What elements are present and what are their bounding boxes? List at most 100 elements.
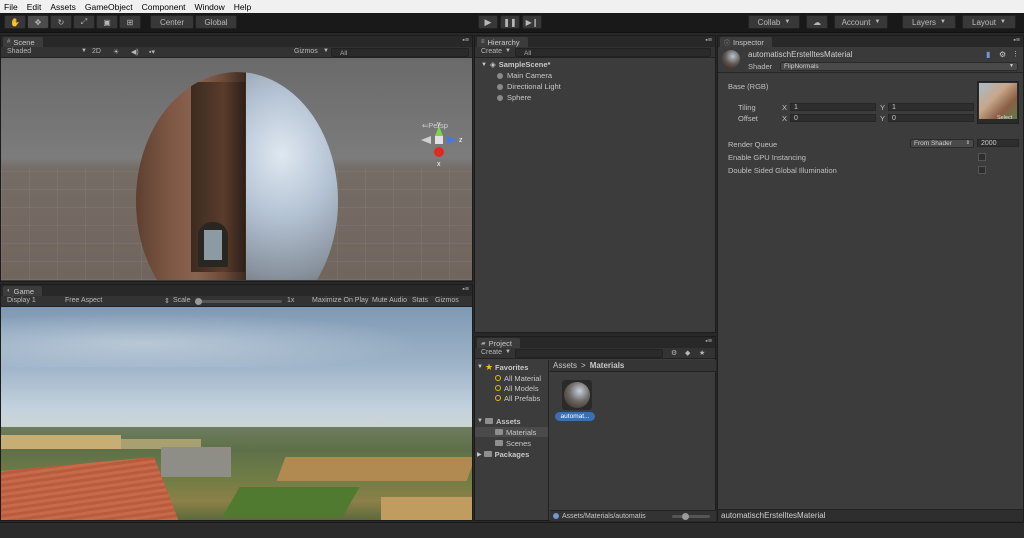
- game-gizmos-dropdown[interactable]: Gizmos: [435, 297, 459, 304]
- project-create-button[interactable]: Create: [481, 349, 502, 356]
- favorite-all-materials[interactable]: All Material: [495, 373, 541, 383]
- menu-help[interactable]: Help: [230, 2, 256, 12]
- layout-dropdown[interactable]: Layout ▼: [962, 15, 1016, 29]
- panel-menu-icon[interactable]: ▪≡: [705, 338, 712, 345]
- asset-item-label[interactable]: automat...: [555, 412, 595, 421]
- hand-tool-button[interactable]: ✋: [4, 15, 26, 29]
- expand-arrow-icon[interactable]: ▼: [477, 418, 483, 424]
- pivot-toggle-button[interactable]: Center: [150, 15, 194, 29]
- shader-dropdown[interactable]: FlipNormals ▼: [780, 62, 1018, 71]
- hierarchy-search-input[interactable]: All: [515, 48, 711, 57]
- gpu-instancing-checkbox[interactable]: [978, 153, 986, 161]
- audio-toggle-icon[interactable]: ◀): [131, 48, 139, 56]
- lock-icon[interactable]: ▪≡: [1013, 37, 1020, 44]
- orientation-gizmo[interactable]: y z x: [419, 122, 467, 182]
- sphere-object[interactable]: [136, 72, 338, 280]
- icon-size-slider-thumb[interactable]: [682, 513, 689, 520]
- texture-select-button[interactable]: Select: [997, 115, 1012, 121]
- space-toggle-button[interactable]: Global: [195, 15, 237, 29]
- expand-arrow-icon[interactable]: ▼: [477, 364, 483, 370]
- sphere-texture-window: [204, 230, 222, 260]
- scale-slider-thumb[interactable]: [195, 298, 202, 305]
- offset-x-field[interactable]: 0: [790, 114, 876, 122]
- favorite-star-icon[interactable]: ★: [699, 349, 705, 357]
- tiling-x-field[interactable]: 1: [790, 103, 876, 111]
- component-menu-icon[interactable]: ⋮: [1012, 50, 1019, 58]
- mute-audio-toggle[interactable]: Mute Audio: [372, 297, 407, 304]
- gear-icon[interactable]: ⚙: [999, 50, 1006, 59]
- stats-toggle[interactable]: Stats: [412, 297, 428, 304]
- menu-window[interactable]: Window: [191, 2, 230, 12]
- move-tool-button[interactable]: ✥: [27, 15, 49, 29]
- asset-thumbnail[interactable]: [562, 380, 592, 410]
- render-queue-value-field[interactable]: 2000: [977, 139, 1019, 147]
- pause-button[interactable]: ❚❚: [500, 15, 520, 29]
- filter-label-icon[interactable]: ◆: [685, 349, 690, 357]
- transform-tool-button[interactable]: ⊞: [119, 15, 141, 29]
- tab-hierarchy[interactable]: ≡ Hierarchy: [477, 37, 528, 47]
- gizmos-dropdown[interactable]: Gizmos: [294, 48, 318, 55]
- tab-scene[interactable]: # Scene: [3, 37, 43, 47]
- scale-slider[interactable]: [195, 298, 282, 305]
- layers-dropdown[interactable]: Layers ▼: [902, 15, 956, 29]
- menu-assets[interactable]: Assets: [46, 2, 81, 12]
- rotate-icon: ↻: [57, 17, 65, 27]
- display-dropdown[interactable]: Display 1: [7, 297, 36, 304]
- breadcrumb-assets[interactable]: Assets: [553, 361, 577, 370]
- hierarchy-item-directional-light[interactable]: Directional Light: [497, 81, 561, 92]
- expand-right-icon[interactable]: ▶: [477, 451, 482, 458]
- double-sided-gi-checkbox[interactable]: [978, 166, 986, 174]
- menu-edit[interactable]: Edit: [23, 2, 47, 12]
- effects-toggle-icon[interactable]: ▪▾: [149, 48, 155, 56]
- project-folder-tree: ▼ ★ Favorites All Material All Models All …: [475, 360, 549, 521]
- mode-2d-button[interactable]: 2D: [92, 48, 101, 55]
- account-dropdown[interactable]: Account ▼: [834, 15, 888, 29]
- favorite-all-models[interactable]: All Models: [495, 383, 539, 393]
- collab-button[interactable]: Collab ▼: [748, 15, 800, 29]
- menu-file[interactable]: File: [0, 2, 23, 12]
- panel-menu-icon[interactable]: ▪≡: [705, 37, 712, 44]
- projection-label[interactable]: ⇐Persp: [422, 121, 448, 130]
- scale-tool-button[interactable]: ⤢: [73, 15, 95, 29]
- favorites-row[interactable]: ▼ ★ Favorites: [477, 362, 528, 372]
- texture-slot[interactable]: Select: [977, 81, 1019, 124]
- scene-viewport[interactable]: y z x ⇐Persp: [1, 58, 472, 280]
- tiling-y-field[interactable]: 1: [888, 103, 974, 111]
- game-viewport[interactable]: [1, 307, 472, 520]
- tab-inspector[interactable]: ⓘ Inspector: [720, 37, 772, 47]
- scene-root-row[interactable]: ▼ ◈ SampleScene*: [481, 59, 711, 70]
- favorite-all-prefabs[interactable]: All Prefabs: [495, 393, 540, 403]
- offset-y-field[interactable]: 0: [888, 114, 974, 122]
- panel-menu-icon[interactable]: ▪≡: [462, 286, 469, 293]
- rotate-tool-button[interactable]: ↻: [50, 15, 72, 29]
- preview-bar-title[interactable]: automatischErstelltesMaterial: [718, 509, 1023, 521]
- help-book-icon[interactable]: ▮: [986, 50, 990, 59]
- aspect-dropdown[interactable]: Free Aspect: [65, 297, 102, 304]
- tab-project[interactable]: ▰ Project: [477, 338, 520, 348]
- maximize-on-play-toggle[interactable]: Maximize On Play: [312, 297, 368, 304]
- rect-tool-button[interactable]: ▣: [96, 15, 118, 29]
- play-button[interactable]: ▶: [478, 15, 498, 29]
- light-toggle-icon[interactable]: ☀: [113, 48, 119, 56]
- render-queue-dropdown[interactable]: From Shader ⇕: [910, 139, 974, 148]
- step-button[interactable]: ▶❙: [522, 15, 542, 29]
- expand-arrow-icon[interactable]: ▼: [481, 62, 487, 68]
- tab-game[interactable]: ◐ Game: [3, 286, 43, 296]
- hierarchy-create-button[interactable]: Create: [481, 48, 502, 55]
- cloud-button[interactable]: ☁: [806, 15, 828, 29]
- menu-gameobject[interactable]: GameObject: [81, 2, 138, 12]
- scene-search-input[interactable]: All: [331, 48, 469, 57]
- packages-row[interactable]: ▶ Packages: [477, 449, 529, 459]
- folder-scenes[interactable]: Scenes: [495, 438, 531, 448]
- folder-materials[interactable]: Materials: [475, 427, 548, 437]
- menu-component[interactable]: Component: [138, 2, 191, 12]
- hierarchy-item-sphere[interactable]: Sphere: [497, 92, 531, 103]
- shading-dropdown[interactable]: Shaded: [7, 48, 31, 55]
- filter-type-icon[interactable]: ⚙: [671, 349, 677, 357]
- assets-row[interactable]: ▼ Assets: [477, 416, 521, 426]
- icon-size-slider[interactable]: [672, 513, 710, 520]
- project-search-input[interactable]: [515, 349, 663, 358]
- panel-menu-icon[interactable]: ▪≡: [462, 37, 469, 44]
- breadcrumb-materials[interactable]: Materials: [590, 361, 625, 370]
- hierarchy-item-main-camera[interactable]: Main Camera: [497, 70, 552, 81]
